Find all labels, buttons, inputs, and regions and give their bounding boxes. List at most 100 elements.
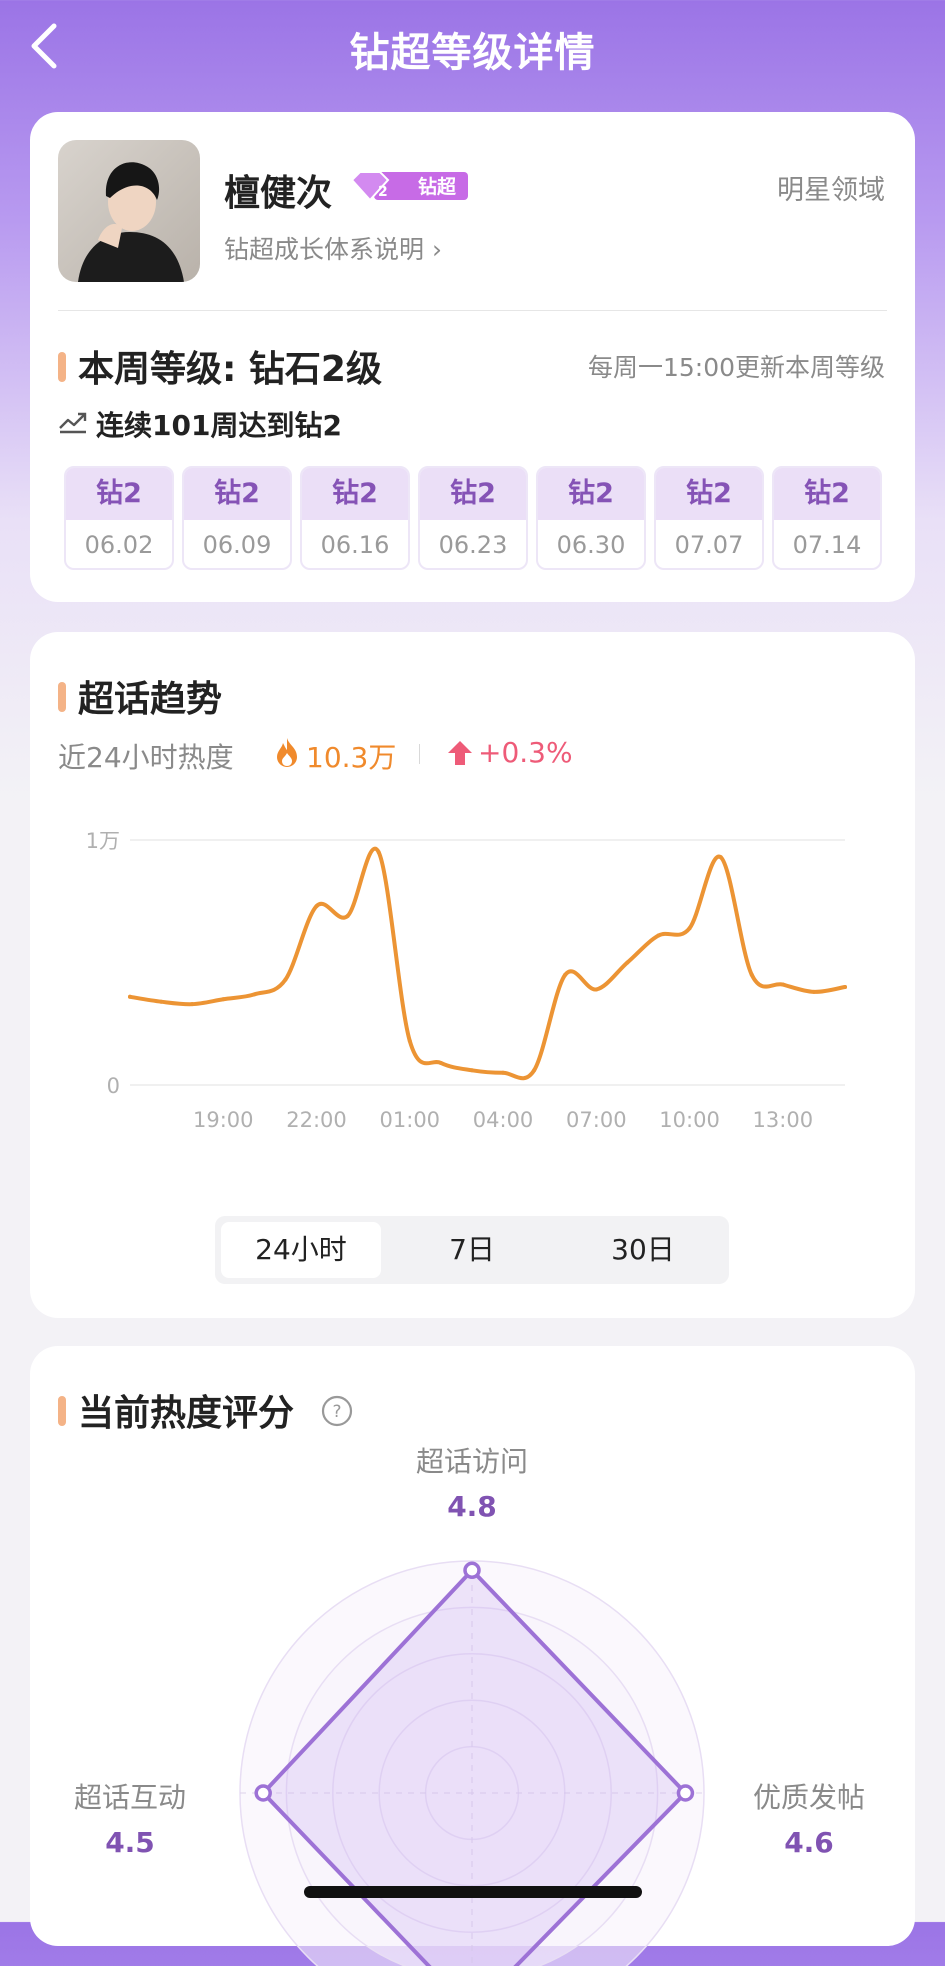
x-tick-label: 19:00 [193,1108,254,1132]
score-card: 当前热度评分 ? 超话访问 4.8 优质发帖 4.6 超话互动 4.5 [30,1346,915,1966]
data-point [314,904,319,909]
data-point [438,1060,443,1065]
data-point [469,1068,474,1073]
week-cell: 钻2 06.09 [182,466,292,570]
data-point [843,985,847,989]
radar-axis-value: 4.6 [784,1826,834,1859]
week-level: 钻2 [656,468,762,520]
radar-axis-label: 优质发帖 [753,1781,865,1814]
tab-24h[interactable]: 24小时 [221,1222,381,1278]
week-date: 07.07 [674,531,744,559]
week-cell: 钻2 06.02 [64,466,174,570]
data-point [252,992,257,997]
tab-30d[interactable]: 30日 [563,1222,723,1278]
data-point [687,926,692,931]
data-point [780,982,785,987]
data-point [594,987,599,992]
heat-label: 近24小时热度 [58,741,234,774]
x-tick-label: 04:00 [473,1108,534,1132]
x-tick-label: 13:00 [753,1108,814,1132]
y-tick-label: 1万 [86,829,120,853]
week-cell: 钻2 06.30 [536,466,646,570]
x-tick-label: 07:00 [566,1108,627,1132]
data-point [656,933,661,938]
radar-axis-label: 超话互动 [74,1781,186,1814]
arrow-up-icon [448,741,472,765]
week-level: 钻2 [66,468,172,520]
help-icon[interactable]: ? [320,1394,354,1428]
radar-axis-value: 4.8 [447,1490,497,1523]
radar-axis-label: 超话访问 [416,1446,528,1478]
accent-bar [58,682,66,712]
trend-line-chart: 0 1万 19:00 22:00 01:00 04:00 07:00 10:00 13:00 [86,829,847,1132]
week-level: 钻2 [420,468,526,520]
trend-title: 超话趋势 [78,679,223,720]
top-bar: 钻超等级详情 [0,0,945,92]
week-level: 钻2 [184,468,290,520]
data-point [563,972,568,977]
page-title: 钻超等级详情 [349,30,596,76]
radar-point [463,1561,481,1580]
score-title: 当前热度评分 [78,1393,295,1434]
tab-7d[interactable]: 7日 [392,1222,552,1278]
week-level-grid: 钻2 06.02 钻2 06.09 钻2 06.16 钻2 06.23 钻2 0… [64,466,884,572]
week-date: 07.14 [792,531,862,559]
svg-text:2: 2 [378,184,388,200]
week-cell: 钻2 06.23 [418,466,528,570]
badge-label: 钻超 [418,176,457,198]
week-level: 钻2 [774,468,880,520]
data-point [283,977,288,982]
radar-point [676,1784,695,1802]
data-point [128,994,132,999]
svg-text:?: ? [332,1402,341,1422]
trend-card: 超话趋势 近24小时热度 10.3万 +0.3% 0 1万 19:00 22:00 01… [30,632,915,1318]
update-note: 每周一15:00更新本周等级 [587,353,885,382]
time-range-tabs: 24小时 7日 30日 [215,1216,729,1284]
week-cell: 钻2 06.16 [300,466,410,570]
data-point [749,972,754,977]
avatar[interactable] [58,140,200,282]
week-cell: 钻2 07.07 [654,466,764,570]
data-point [345,913,350,918]
separator [419,744,420,764]
data-point [159,999,164,1004]
week-date: 06.30 [556,531,626,559]
data-point [532,1068,537,1073]
level-card: 檀健次 2 钻超 钻超成长体系说明 › 明星领域 本周等级: 钻石2级 每周一1… [30,112,915,602]
data-point [811,989,816,994]
heat-change: +0.3% [478,736,573,769]
growth-system-link[interactable]: 钻超成长体系说明 › [224,230,442,266]
radar-axis-value: 4.5 [105,1826,155,1859]
y-tick-label: 0 [107,1074,120,1098]
series-line [128,846,847,1081]
data-point [625,960,630,965]
x-tick-label: 10:00 [659,1108,720,1132]
trend-icon [59,412,87,434]
data-point [718,855,723,860]
x-tick-label: 01:00 [380,1108,441,1132]
data-point [501,1070,506,1075]
fire-icon [277,738,297,767]
accent-bar [58,352,66,382]
week-level: 钻2 [538,468,644,520]
week-date: 06.16 [320,531,390,559]
data-point [190,1002,195,1007]
streak-text: 连续101周达到钻2 [96,409,342,442]
x-tick-label: 22:00 [286,1108,347,1132]
heat-value: 10.3万 [306,741,397,774]
data-point [376,850,381,855]
accent-bar [58,1396,66,1426]
data-point [407,1038,412,1043]
week-level: 钻2 [302,468,408,520]
user-name: 檀健次 [224,173,333,214]
level-title: 本周等级: 钻石2级 [78,349,382,390]
divider [58,310,887,311]
week-date: 06.02 [84,531,154,559]
domain-label: 明星领域 [777,175,885,206]
week-cell: 钻2 07.14 [772,466,882,570]
radar-point [254,1784,272,1802]
week-date: 06.09 [202,531,272,559]
data-point [221,997,226,1002]
home-indicator [304,1886,642,1898]
week-date: 06.23 [438,531,508,559]
